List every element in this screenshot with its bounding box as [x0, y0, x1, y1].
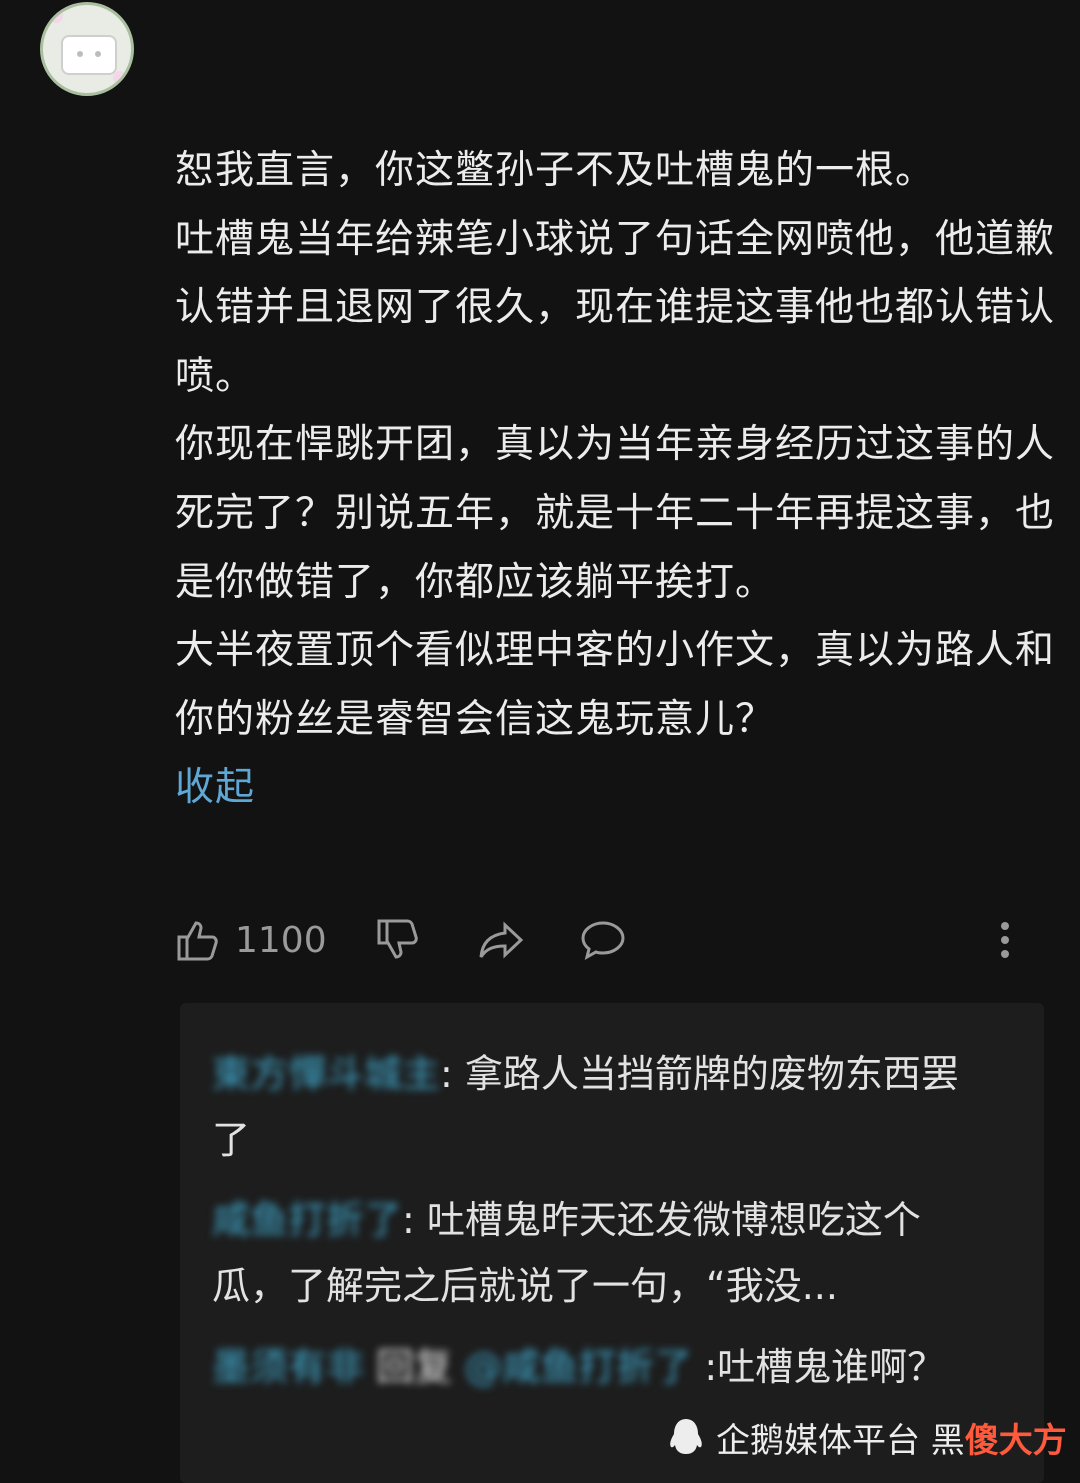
- dislike-button[interactable]: [375, 908, 421, 972]
- tv-mascot-icon: [61, 35, 117, 75]
- flower-decoration: [113, 71, 127, 85]
- reply-separator: :: [692, 1345, 718, 1389]
- reply-button[interactable]: [579, 908, 627, 972]
- reply-username[interactable]: 咸鱼打折了: [212, 1198, 402, 1242]
- reply-preview-panel[interactable]: 東方憚斗城主: 拿路人当挡箭牌的废物东西罢了 咸鱼打折了: 吐槽鬼昨天还发微博想…: [180, 1003, 1044, 1483]
- watermark: 企鹅媒体平台 黑 傻大方: [668, 1412, 1067, 1462]
- comment-action-bar: 1100: [175, 908, 1035, 972]
- watermark-text: 企鹅媒体平台 黑: [716, 1420, 965, 1461]
- penguin-icon: [670, 1419, 702, 1454]
- like-count: 1100: [235, 919, 327, 961]
- reply-item[interactable]: 墨须有非 回复 @咸鱼打折了 :吐槽鬼谁啊？: [212, 1334, 972, 1400]
- reply-word: 回复: [376, 1345, 453, 1389]
- like-button[interactable]: 1100: [175, 908, 327, 972]
- reply-username[interactable]: 墨须有非: [212, 1345, 364, 1389]
- comment-body: 恕我直言，你这鳖孙子不及吐槽鬼的一根。 吐槽鬼当年给辣笔小球说了句话全网喷他，他…: [175, 137, 1055, 823]
- comment-paragraph: 大半夜置顶个看似理中客的小作文，真以为路人和你的粉丝是睿智会信这鬼玩意儿？: [175, 628, 1056, 742]
- collapse-link[interactable]: 收起: [175, 754, 255, 823]
- watermark-badge: 傻大方: [964, 1420, 1067, 1461]
- share-icon: [479, 921, 524, 959]
- more-options-button[interactable]: [997, 908, 1013, 972]
- share-button[interactable]: [477, 908, 525, 972]
- thumbs-up-icon: [177, 921, 218, 961]
- comment-paragraph: 吐槽鬼当年给辣笔小球说了句话全网喷他，他道歉认错并且退网了很久，现在谁提这事他也…: [175, 216, 1056, 399]
- reply-separator: :: [402, 1198, 427, 1242]
- more-vertical-icon: [1001, 922, 1009, 958]
- reply-mention[interactable]: @咸鱼打折了: [464, 1345, 692, 1389]
- flower-decoration: [49, 9, 63, 23]
- comment-paragraph: 恕我直言，你这鳖孙子不及吐槽鬼的一根。: [175, 148, 936, 193]
- user-avatar[interactable]: [40, 2, 134, 96]
- reply-separator: :: [440, 1052, 465, 1096]
- reply-text: 吐槽鬼谁啊？: [717, 1345, 946, 1389]
- thumbs-down-icon: [377, 919, 418, 959]
- reply-item[interactable]: 東方憚斗城主: 拿路人当挡箭牌的废物东西罢了: [212, 1041, 972, 1173]
- reply-username[interactable]: 東方憚斗城主: [212, 1052, 440, 1096]
- reply-item[interactable]: 咸鱼打折了: 吐槽鬼昨天还发微博想吃这个瓜，了解完之后就说了一句，“我没...: [212, 1187, 972, 1319]
- reply-bubble-icon: [581, 921, 625, 960]
- comment-paragraph: 你现在悍跳开团，真以为当年亲身经历过这事的人死完了？别说五年，就是十年二十年再提…: [175, 422, 1056, 605]
